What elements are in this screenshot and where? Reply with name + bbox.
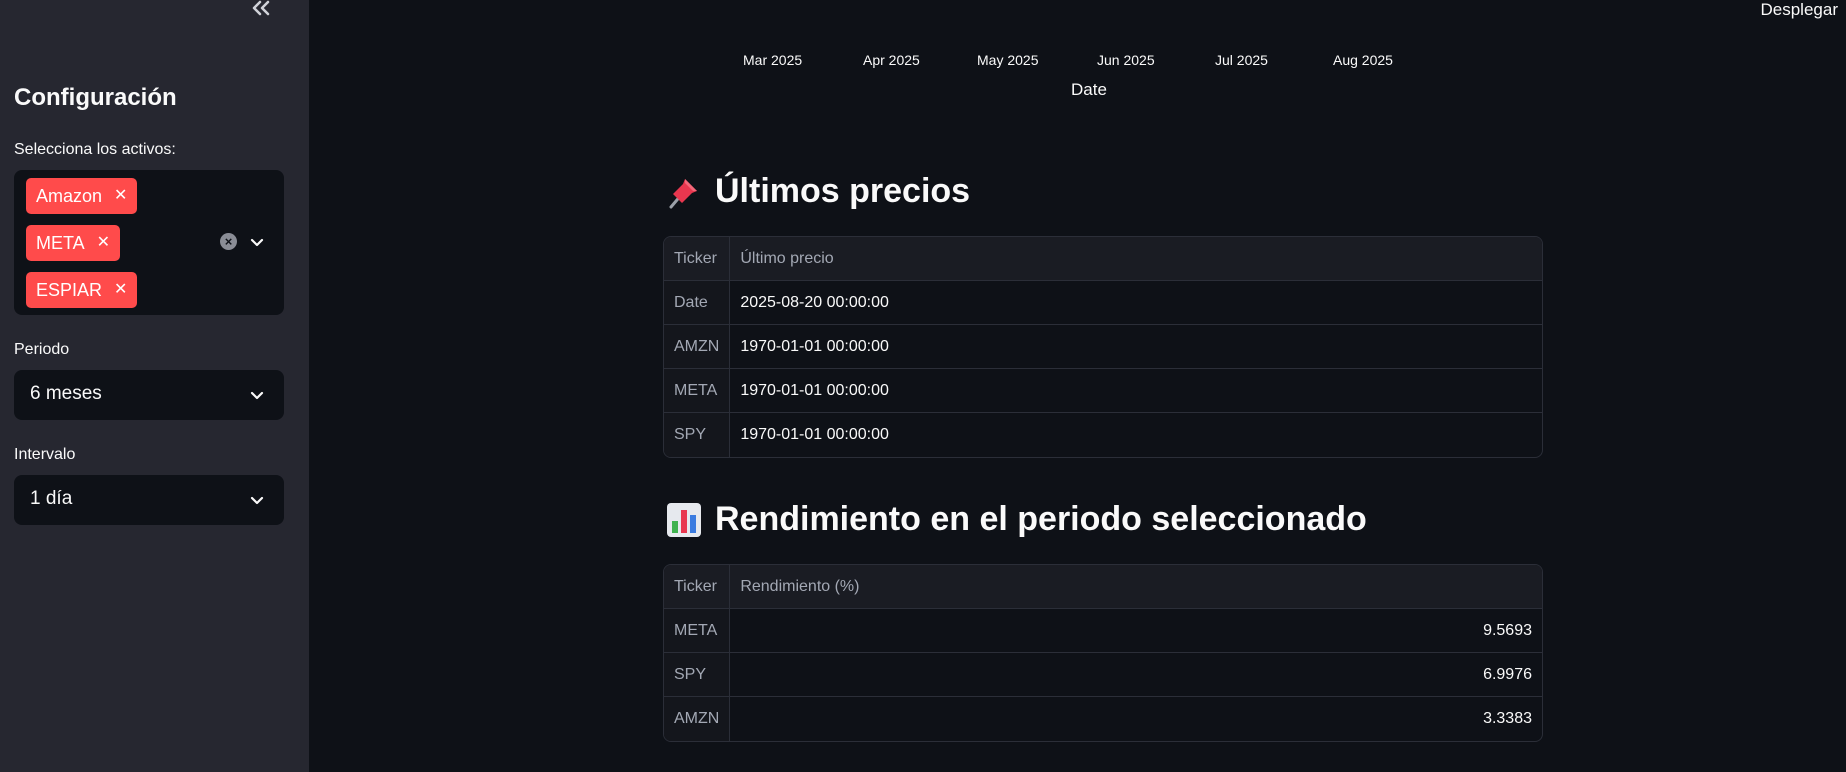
asset-chip: Amazon ✕ — [26, 178, 138, 214]
period-label: Periodo — [14, 341, 70, 358]
chevron-down-icon[interactable] — [250, 493, 264, 507]
x-axis-tick: Jun 2025 — [1097, 52, 1155, 68]
column-header[interactable]: Rendimiento (%) — [730, 565, 1542, 609]
latest-prices-table: Ticker Último precio Date 2025-08-20 00:… — [663, 236, 1543, 458]
table-row: AMZN 3.3383 — [664, 697, 1542, 741]
chevron-down-icon[interactable] — [250, 388, 264, 402]
row-index: AMZN — [664, 325, 731, 369]
interval-select[interactable]: 1 día — [14, 475, 284, 525]
asset-chip: META ✕ — [26, 225, 121, 261]
asset-chip: ESPIAR ✕ — [26, 272, 138, 308]
x-axis-tick: May 2025 — [977, 52, 1039, 68]
x-axis-title: Date — [1071, 80, 1107, 99]
row-index: META — [664, 609, 731, 653]
double-chevron-left-icon[interactable] — [250, 0, 278, 20]
row-index: Date — [664, 281, 731, 325]
table-row: META 9.5693 — [664, 609, 1542, 653]
period-value: 6 meses — [30, 383, 102, 404]
interval-label: Intervalo — [14, 446, 76, 463]
cell-value: 3.3383 — [1483, 710, 1532, 727]
returns-title: Rendimiento en el periodo seleccionado — [715, 500, 1367, 538]
assets-multiselect[interactable]: Amazon ✕ META ✕ ESPIAR ✕ × — [14, 170, 284, 315]
period-select[interactable]: 6 meses — [14, 370, 284, 420]
pushpin-icon — [665, 173, 703, 211]
table-row: META 1970-01-01 00:00:00 — [664, 369, 1542, 413]
asset-chip-label: Amazon — [36, 186, 103, 206]
x-axis-tick: Apr 2025 — [863, 52, 920, 68]
row-index: META — [664, 369, 731, 413]
cell-value: 1970-01-01 00:00:00 — [730, 325, 1542, 369]
remove-icon[interactable]: ✕ — [114, 272, 127, 308]
main-content: Desplegar Mar 2025 Apr 2025 May 2025 Jun… — [309, 0, 1846, 772]
assets-label: Selecciona los activos: — [14, 141, 176, 158]
x-axis-tick: Aug 2025 — [1333, 52, 1393, 68]
column-header[interactable]: Ticker — [664, 565, 731, 609]
sidebar-title: Configuración — [14, 84, 177, 111]
table-row: AMZN 1970-01-01 00:00:00 — [664, 325, 1542, 369]
latest-prices-title: Últimos precios — [715, 172, 971, 210]
returns-table: Ticker Rendimiento (%) META 9.5693 SPY 6… — [663, 564, 1543, 742]
latest-prices-heading: Últimos precios — [665, 172, 970, 211]
row-index: AMZN — [664, 697, 731, 741]
column-header[interactable]: Ticker — [664, 237, 731, 281]
deploy-button[interactable]: Desplegar — [1761, 0, 1839, 20]
bar-chart-icon — [665, 501, 703, 539]
x-axis-tick: Jul 2025 — [1215, 52, 1268, 68]
cell-value: 9.5693 — [730, 609, 1542, 653]
table-header-row: Ticker Último precio — [664, 237, 1542, 281]
remove-icon[interactable]: ✕ — [114, 178, 127, 214]
interval-value: 1 día — [30, 488, 73, 509]
column-header[interactable]: Último precio — [730, 237, 1542, 281]
clear-all-icon[interactable]: × — [220, 233, 237, 250]
asset-chip-label: ESPIAR — [36, 280, 103, 300]
remove-icon[interactable]: ✕ — [97, 225, 110, 261]
sidebar: Configuración Selecciona los activos: Am… — [0, 0, 309, 772]
row-index: SPY — [664, 653, 731, 697]
table-row: SPY 6.9976 — [664, 653, 1542, 697]
cell-value: 1970-01-01 00:00:00 — [730, 369, 1542, 413]
chevron-down-icon[interactable] — [250, 235, 264, 249]
row-index: SPY — [664, 413, 731, 457]
table-row: Date 2025-08-20 00:00:00 — [664, 281, 1542, 325]
returns-heading: Rendimiento en el periodo seleccionado — [665, 500, 1367, 539]
table-row: SPY 1970-01-01 00:00:00 — [664, 413, 1542, 457]
asset-chip-label: META — [36, 233, 85, 253]
cell-value: 2025-08-20 00:00:00 — [730, 281, 1542, 325]
table-header-row: Ticker Rendimiento (%) — [664, 565, 1542, 609]
x-axis-tick: Mar 2025 — [743, 52, 803, 68]
cell-value: 6.9976 — [730, 653, 1542, 697]
cell-value: 1970-01-01 00:00:00 — [740, 426, 889, 443]
